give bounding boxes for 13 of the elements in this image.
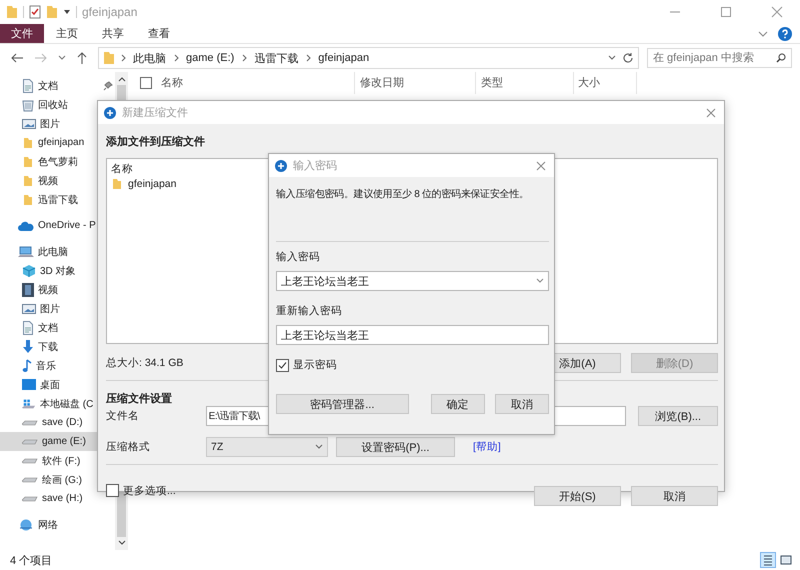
field-label: 文件名 — [106, 409, 140, 423]
status-text: 4 个项目 — [10, 554, 52, 568]
dialog-title: 新建压缩文件 — [122, 106, 188, 120]
section-heading: 压缩文件设置 — [106, 392, 172, 406]
field-label: 重新输入密码 — [276, 304, 343, 318]
checkbox-label: 显示密码 — [293, 358, 337, 372]
hint-text: 输入压缩包密码。建议使用至少 8 位的密码来保证安全性。 — [276, 188, 530, 202]
field-label: 输入密码 — [276, 250, 321, 264]
total-size-text: 总大小: 34.1 GB — [106, 356, 184, 370]
dialog-title: 输入密码 — [293, 158, 337, 173]
checkbox-label: 更多选项... — [123, 484, 176, 498]
section-heading: 添加文件到压缩文件 — [106, 134, 205, 149]
window-title: gfeinjapan — [82, 5, 138, 19]
